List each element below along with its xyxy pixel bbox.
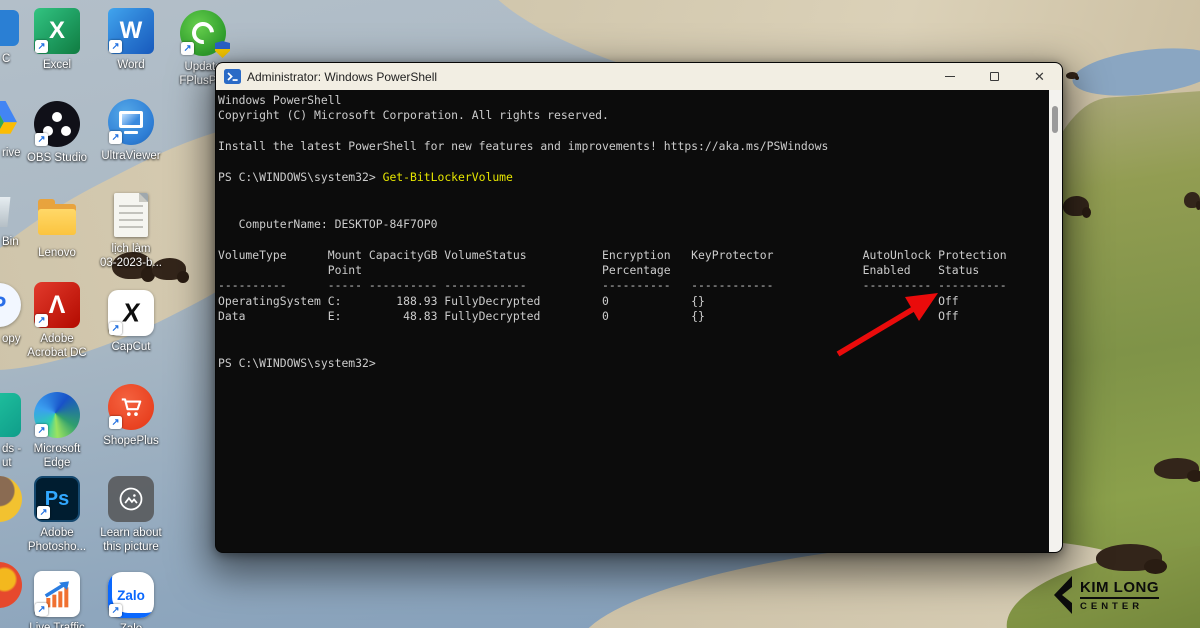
desktop-icon-clipped-c[interactable]: C	[0, 2, 36, 66]
shortcut-arrow-icon	[109, 322, 122, 335]
scrollbar[interactable]	[1049, 90, 1062, 552]
clipped-red-icon	[0, 562, 22, 608]
document-icon	[108, 192, 154, 238]
scrollbar-thumb[interactable]	[1052, 106, 1058, 133]
acrobat-icon: Λ	[34, 282, 80, 328]
bison	[1154, 458, 1199, 479]
folder-icon	[34, 196, 80, 242]
icon-label: Learn aboutthis picture	[94, 526, 168, 554]
desktop-icon-clipped-drive[interactable]: rive	[0, 96, 36, 160]
watermark-logo: KIM LONG CENTER	[1052, 576, 1159, 614]
ultraviewer-icon	[108, 99, 154, 145]
photo-icon	[108, 476, 154, 522]
desktop-icon-lich-lam[interactable]: lịch làm03-2023-b...	[94, 192, 168, 270]
powershell-icon	[224, 69, 241, 84]
excel-icon: X	[34, 8, 80, 54]
icon-label: AdobePhotosho...	[20, 526, 94, 554]
desktop-icon-clipped-teal[interactable]: ds -ut	[0, 392, 36, 470]
terminal[interactable]: Windows PowerShellCopyright (C) Microsof…	[216, 90, 1062, 552]
shopping-cart-icon	[108, 384, 154, 430]
shortcut-arrow-icon	[109, 604, 122, 617]
powershell-window[interactable]: Administrator: Windows PowerShell ✕ Wind…	[215, 62, 1063, 553]
zalo-icon: Zalo	[108, 572, 154, 618]
desktop-icon-ultraviewer[interactable]: UltraViewer	[94, 99, 168, 163]
window-titlebar[interactable]: Administrator: Windows PowerShell ✕	[216, 63, 1062, 90]
icon-label: UltraViewer	[94, 149, 168, 163]
desktop-icon-clipped-red[interactable]	[0, 562, 36, 608]
bison	[1184, 192, 1200, 208]
icon-label: CapCut	[94, 340, 168, 354]
bison	[1096, 544, 1162, 571]
clipped-teal-icon	[0, 393, 21, 437]
desktop-icon-shopeplus[interactable]: ShopePlus	[94, 384, 168, 448]
desktop-icon-clipped-opy[interactable]: P opy	[0, 282, 36, 346]
photoshop-icon: Ps	[34, 476, 80, 522]
shortcut-arrow-icon	[35, 603, 48, 616]
terminal-output: Windows PowerShellCopyright (C) Microsof…	[218, 93, 1048, 552]
update-icon	[180, 10, 226, 56]
shortcut-arrow-icon	[35, 133, 48, 146]
shortcut-arrow-icon	[37, 506, 50, 519]
shortcut-arrow-icon	[35, 40, 48, 53]
minimize-button[interactable]	[927, 63, 972, 90]
shortcut-arrow-icon	[35, 314, 48, 327]
word-icon: W	[108, 8, 154, 54]
icon-label: Word	[94, 58, 168, 72]
icon-label: Zalo	[94, 622, 168, 628]
watermark-line1: KIM LONG	[1080, 579, 1159, 599]
shortcut-arrow-icon	[109, 40, 122, 53]
uac-shield-icon	[215, 41, 230, 58]
shortcut-arrow-icon	[109, 131, 122, 144]
bison	[1066, 72, 1078, 79]
clipped-p-icon: P	[0, 283, 21, 327]
bison	[1063, 196, 1089, 216]
avatar-icon	[0, 476, 22, 522]
icon-label: lịch làm03-2023-b...	[94, 242, 168, 270]
recycle-bin-icon	[0, 197, 12, 227]
window-title: Administrator: Windows PowerShell	[247, 70, 927, 84]
traffic-chart-icon	[34, 571, 80, 617]
clipped-blue-icon	[0, 10, 19, 46]
edge-icon	[34, 392, 80, 438]
desktop-icon-clipped-avatar[interactable]	[0, 476, 36, 522]
watermark-line2: CENTER	[1080, 601, 1159, 612]
desktop-icon-capcut[interactable]: X CapCut	[94, 290, 168, 354]
desktop-icon-word[interactable]: W Word	[94, 8, 168, 72]
desktop-icon-recycle-bin[interactable]: Bin	[0, 185, 36, 249]
desktop: X Excel W Word UpdateFPlusPro OBS Studio…	[0, 0, 1200, 628]
close-button[interactable]: ✕	[1017, 63, 1062, 90]
obs-studio-icon	[34, 101, 80, 147]
icon-label: Live Traffic	[20, 621, 94, 628]
desktop-icon-learn-picture[interactable]: Learn aboutthis picture	[94, 476, 168, 554]
icon-label: ShopePlus	[94, 434, 168, 448]
desktop-icon-zalo[interactable]: Zalo Zalo	[94, 572, 168, 628]
maximize-button[interactable]	[972, 63, 1017, 90]
chevron-logo-icon	[1052, 576, 1076, 614]
shortcut-arrow-icon	[35, 424, 48, 437]
shortcut-arrow-icon	[109, 416, 122, 429]
capcut-icon: X	[108, 290, 154, 336]
shortcut-arrow-icon	[181, 42, 194, 55]
google-drive-icon	[0, 96, 22, 142]
